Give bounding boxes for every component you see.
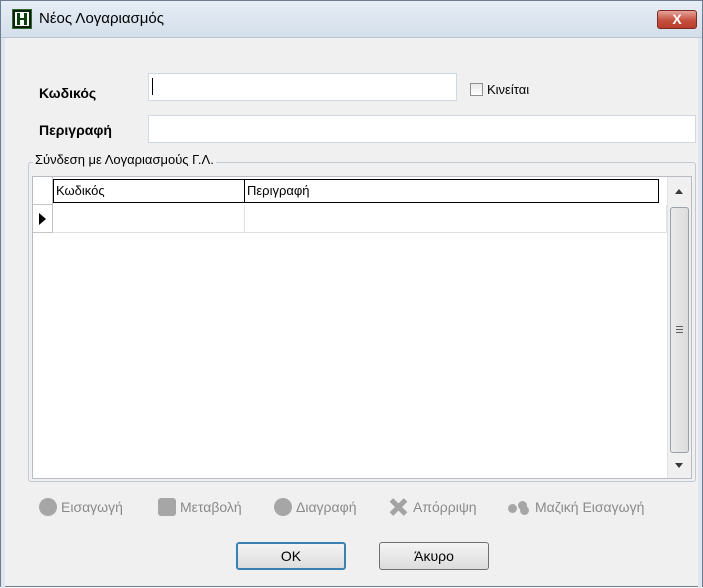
- header-indicator-cell: [33, 177, 53, 205]
- scroll-up-button[interactable]: [668, 179, 691, 203]
- remove-icon: [274, 498, 292, 516]
- code-input[interactable]: [148, 73, 457, 101]
- window-right-border: [698, 1, 702, 588]
- column-header-code[interactable]: Κωδικός: [53, 179, 245, 203]
- reject-x-icon: [388, 497, 408, 517]
- moves-checkbox-label: Κινείται: [487, 82, 530, 97]
- scroll-thumb[interactable]: [670, 207, 689, 453]
- groupbox-title: Σύνδεση με Λογαριασμούς Γ.Λ.: [33, 152, 216, 167]
- reject-button[interactable]: Απόρριψη: [388, 497, 498, 519]
- edit-icon: [158, 498, 176, 516]
- gl-accounts-grid[interactable]: Κωδικός Περιγραφή: [32, 176, 692, 479]
- column-header-description[interactable]: Περιγραφή: [244, 179, 659, 203]
- delete-label: Διαγραφή: [296, 499, 357, 515]
- moves-checkbox[interactable]: [470, 83, 483, 96]
- row-indicator[interactable]: [33, 205, 53, 233]
- window-left-border: [1, 1, 5, 588]
- table-cell-description[interactable]: [245, 205, 667, 233]
- grid-header: Κωδικός Περιγραφή: [33, 177, 667, 205]
- table-cell-code[interactable]: [53, 205, 245, 233]
- insert-button[interactable]: Εισαγωγή: [39, 497, 149, 519]
- description-label: Περιγραφή: [39, 122, 112, 138]
- bulk-insert-button[interactable]: Μαζική Εισαγωγή: [508, 497, 668, 519]
- scroll-down-button[interactable]: [668, 453, 691, 477]
- dialog-window: Νέος Λογαριασμός X Κωδικός Κινείται Περι…: [0, 0, 703, 588]
- chevron-down-icon: [675, 463, 683, 468]
- vertical-scrollbar[interactable]: [667, 177, 691, 478]
- delete-button[interactable]: Διαγραφή: [274, 497, 384, 519]
- current-row-arrow-icon: [39, 213, 46, 225]
- modify-button[interactable]: Μεταβολή: [158, 497, 268, 519]
- bulk-link-icon: [508, 501, 530, 515]
- title-bar[interactable]: Νέος Λογαριασμός X: [1, 1, 702, 38]
- ok-button[interactable]: OK: [236, 542, 346, 570]
- text-caret: [152, 78, 153, 95]
- bulk-insert-label: Μαζική Εισαγωγή: [535, 499, 645, 515]
- chevron-up-icon: [675, 189, 683, 194]
- insert-label: Εισαγωγή: [61, 499, 123, 515]
- modify-label: Μεταβολή: [180, 499, 242, 515]
- code-label: Κωδικός: [39, 85, 97, 101]
- add-icon: [39, 498, 57, 516]
- close-button[interactable]: X: [657, 10, 697, 29]
- reject-label: Απόρριψη: [413, 499, 477, 515]
- cancel-button[interactable]: Άκυρο: [379, 542, 489, 570]
- description-input[interactable]: [148, 115, 696, 143]
- app-logo-icon: [12, 9, 32, 29]
- window-title: Νέος Λογαριασμός: [39, 10, 164, 27]
